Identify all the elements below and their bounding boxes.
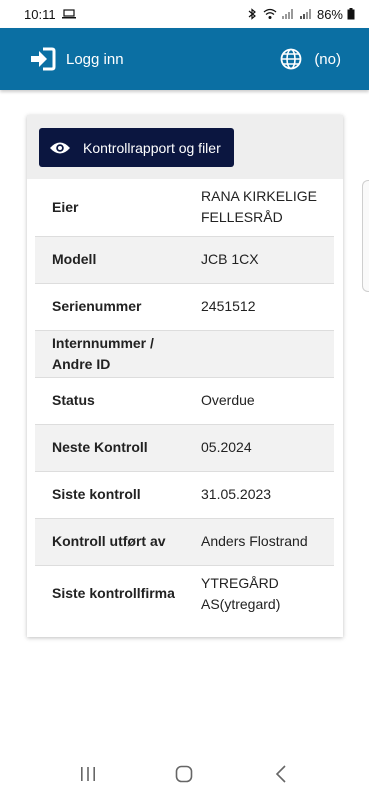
home-icon [176, 765, 193, 783]
row-value: 2451512 [193, 283, 334, 331]
battery-percent: 86% [316, 6, 343, 22]
status-bar: 10:11 86% [0, 0, 369, 28]
table-row: Modell JCB 1CX [35, 236, 334, 284]
row-key: Kontroll utført av [35, 518, 193, 566]
system-nav-bar [0, 748, 369, 800]
report-button-label: Kontrollrapport og filer [83, 139, 221, 156]
row-value [193, 330, 334, 378]
signal-icon [299, 9, 311, 19]
back-icon [275, 765, 286, 783]
recent-apps-button[interactable] [76, 762, 100, 786]
status-left: 10:11 [24, 7, 76, 22]
app-bar: Logg inn (no) [0, 28, 369, 90]
info-table: Eier RANA KIRKELIGE FELLESRÅD Modell JCB… [35, 179, 334, 622]
row-key: Modell [35, 236, 193, 284]
scroll-handle[interactable] [362, 180, 369, 292]
login-button[interactable]: Logg inn [30, 47, 124, 71]
wifi-icon [263, 8, 277, 19]
eye-icon [50, 142, 70, 153]
row-key: Siste kontrollfirma [52, 585, 175, 602]
table-row: Serienummer 2451512 [35, 283, 334, 331]
language-selector[interactable]: (no) [280, 48, 341, 70]
row-value: 05.2024 [193, 424, 334, 472]
table-row: Siste kontroll 31.05.2023 [35, 471, 334, 519]
row-value: 31.05.2023 [193, 471, 334, 519]
battery-icon [347, 8, 355, 20]
row-value: YTREGÅRD AS(ytregard) [201, 574, 281, 612]
table-row: Internnummer / Andre ID [35, 330, 334, 378]
table-row: Siste kontrollfirma YTREGÅRD AS(ytregard… [35, 565, 334, 622]
language-label: (no) [314, 50, 341, 68]
back-button[interactable] [269, 762, 293, 786]
card-header: Kontrollrapport og filer [27, 115, 343, 179]
row-key: Serienummer [35, 283, 193, 331]
table-row: Kontroll utført av Anders Flostrand [35, 518, 334, 566]
row-key: Eier [35, 179, 193, 237]
table-row: Status Overdue [35, 377, 334, 425]
bluetooth-icon [248, 8, 256, 20]
row-key: Neste Kontroll [35, 424, 193, 472]
home-button[interactable] [172, 762, 196, 786]
table-row: Neste Kontroll 05.2024 [35, 424, 334, 472]
signal-icon [281, 9, 293, 19]
row-value: JCB 1CX [193, 236, 334, 284]
status-right: 86% [245, 7, 355, 22]
login-label: Logg inn [66, 50, 124, 68]
recent-apps-icon [81, 767, 96, 781]
table-row: Eier RANA KIRKELIGE FELLESRÅD [35, 179, 334, 237]
row-value: Overdue [193, 377, 334, 425]
login-icon [31, 47, 56, 71]
status-time: 10:11 [24, 6, 56, 22]
report-files-button[interactable]: Kontrollrapport og filer [39, 128, 234, 167]
laptop-icon [61, 9, 76, 19]
row-value: Anders Flostrand [193, 518, 334, 566]
row-key: Siste kontroll [35, 471, 193, 519]
globe-icon [280, 48, 302, 70]
equipment-card: Kontrollrapport og filer Eier RANA KIRKE… [27, 115, 343, 637]
row-key: Internnummer / Andre ID [35, 330, 193, 378]
row-key: Status [35, 377, 193, 425]
row-value: RANA KIRKELIGE FELLESRÅD [193, 179, 334, 237]
